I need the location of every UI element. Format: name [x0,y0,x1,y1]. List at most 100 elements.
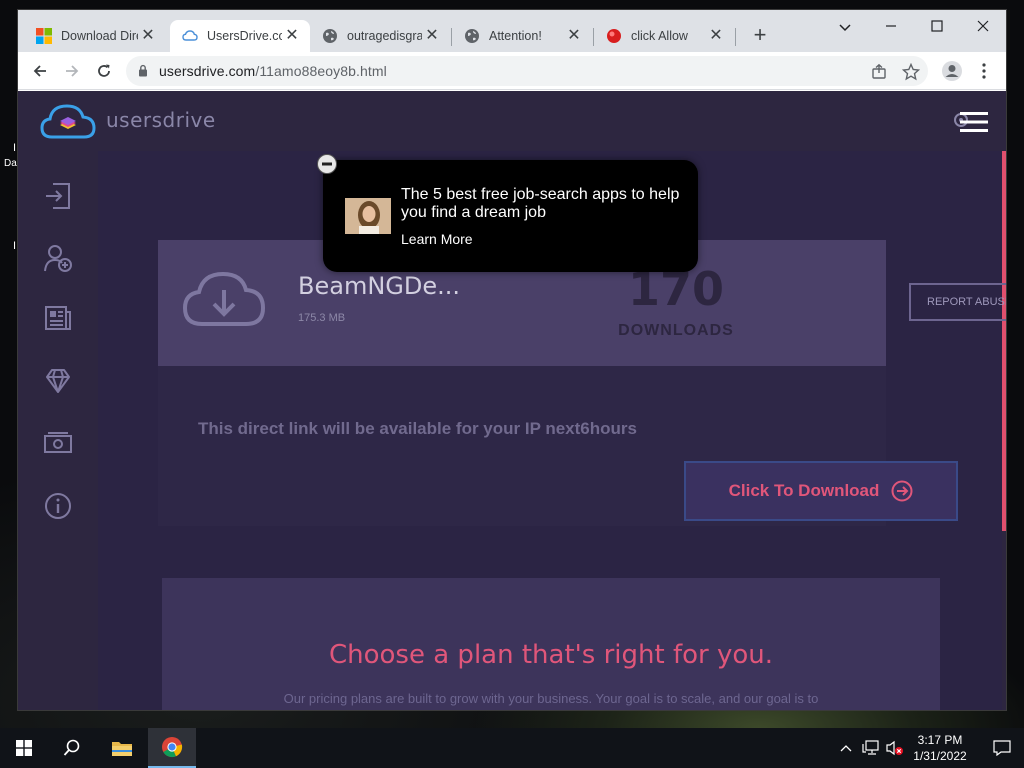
news-icon[interactable] [43,303,73,333]
search-icon [63,739,80,756]
click-to-download-button[interactable]: Click To Download [684,461,958,521]
tab-separator [735,28,736,46]
desktop-icon-label-fragment[interactable]: I [13,142,16,154]
share-icon[interactable] [870,63,888,81]
pricing-title: Choose a plan that's right for you. [328,640,774,670]
browser-toolbar: usersdrive.com/11amo88eoy8b.html [18,52,1006,90]
site-header: usersdrive [18,91,1006,151]
close-tab-icon[interactable]: ✕ [282,26,302,46]
tab-attention[interactable]: Attention! ✕ [452,20,592,52]
tab-label: Download Dire [61,29,138,43]
close-tab-icon[interactable]: ✕ [564,26,584,46]
hamburger-menu-icon[interactable] [960,111,988,133]
download-button-label: Click To Download [728,481,880,500]
chevron-down-icon [839,24,851,32]
sign-in-icon[interactable] [43,181,73,211]
reload-button[interactable] [92,59,116,83]
pricing-section: Choose a plan that's right for you. Our … [162,578,940,710]
site-logo-text[interactable]: usersdrive [106,108,216,132]
back-arrow-icon [33,65,46,77]
tab-label: click Allow [631,29,688,43]
tab-label: UsersDrive.com [207,29,282,43]
close-tab-icon[interactable]: ✕ [138,26,158,46]
clock-date: 1/31/2022 [913,749,967,763]
add-user-icon[interactable] [43,243,73,273]
close-icon [977,20,989,32]
tab-usersdrive[interactable]: UsersDrive.com ✕ [170,20,310,52]
lock-icon[interactable] [138,64,148,77]
folder-icon [112,742,132,756]
maximize-button[interactable] [914,14,960,42]
usersdrive-logo-icon[interactable] [40,101,96,141]
usersdrive-page: usersdrive BeamNGDe... 175.3 MB 170 DOWN… [18,91,1006,710]
money-icon[interactable] [43,428,73,458]
tab-label: outragedisgra [347,29,422,43]
windows-start-icon [16,740,32,756]
close-tab-icon[interactable]: ✕ [706,26,726,46]
address-bar[interactable]: usersdrive.com/11amo88eoy8b.html [126,56,928,86]
info-icon[interactable] [43,491,73,521]
tab-click-allow[interactable]: click Allow ✕ [594,20,734,52]
tab-label: Attention! [489,29,542,43]
diamond-icon[interactable] [43,366,73,396]
ad-learn-more-link[interactable]: Learn More [401,231,473,247]
url-domain: usersdrive.com [159,63,256,79]
forward-button[interactable] [60,59,84,83]
forward-arrow-icon [66,65,79,77]
close-tab-icon[interactable]: ✕ [422,26,442,46]
pricing-subtitle: Our pricing plans are built to grow with… [283,691,819,706]
ad-thumbnail-image[interactable] [345,198,391,234]
ad-notification-popup[interactable]: The 5 best free job-search apps to help … [317,154,698,272]
tab-search-button[interactable] [822,14,868,42]
maximize-icon [931,20,943,32]
globe-icon [464,28,480,44]
reload-icon [98,64,110,77]
report-abuse-button[interactable]: REPORT ABUSE [909,283,1006,321]
network-icon [862,740,879,755]
file-explorer-taskbar-button[interactable] [98,728,146,768]
url-path: /11amo88eoy8b.html [255,63,387,79]
scroll-accent-bar [1002,151,1006,531]
bookmark-star-icon[interactable] [902,63,920,81]
arrow-right-circle-icon [891,480,913,502]
back-button[interactable] [28,59,52,83]
minimize-icon [886,25,896,27]
red-dot-icon [606,28,622,44]
desktop-icon-label-fragment[interactable]: Da [4,158,17,169]
tab-download-dire[interactable]: Download Dire ✕ [18,20,166,52]
new-tab-button[interactable]: + [748,24,772,48]
download-count-label: DOWNLOADS [618,322,734,339]
profile-button[interactable] [940,59,964,83]
minimize-button[interactable] [868,14,914,42]
taskbar-clock[interactable]: 3:17 PM 1/31/2022 [900,732,980,764]
usersdrive-cloud-icon [182,28,198,44]
chrome-icon [162,737,183,758]
action-center-button[interactable] [980,728,1024,768]
chrome-browser-window: Download Dire ✕ UsersDrive.com ✕ outrage… [18,10,1006,710]
chevron-up-icon [840,745,852,752]
minus-icon [322,162,332,166]
network-tray-button[interactable] [860,728,882,768]
cloud-download-icon[interactable] [182,270,266,330]
tab-strip: Download Dire ✕ UsersDrive.com ✕ outrage… [18,10,1006,52]
file-name: BeamNGDe... [298,272,460,300]
desktop-icon-label-fragment[interactable]: I [13,240,16,252]
url-text: usersdrive.com/11amo88eoy8b.html [159,63,387,79]
profile-avatar-icon [942,61,962,81]
chrome-menu-button[interactable] [972,59,996,83]
ad-close-button[interactable] [317,154,337,174]
close-window-button[interactable] [960,14,1006,42]
more-vert-icon [982,63,986,79]
taskbar-search-button[interactable] [48,728,96,768]
tab-outragedisgra[interactable]: outragedisgra ✕ [310,20,450,52]
direct-link-availability-text: This direct link will be available for y… [198,419,637,438]
chrome-taskbar-button[interactable] [148,728,196,768]
file-size: 175.3 MB [298,312,346,324]
globe-icon [322,28,338,44]
site-sidebar [18,151,98,710]
ad-headline[interactable]: The 5 best free job-search apps to help … [401,186,681,222]
show-hidden-icons-button[interactable] [836,728,856,768]
windows-taskbar: 3:17 PM 1/31/2022 [0,728,1024,768]
start-button[interactable] [0,728,48,768]
clock-time: 3:17 PM [917,733,963,747]
